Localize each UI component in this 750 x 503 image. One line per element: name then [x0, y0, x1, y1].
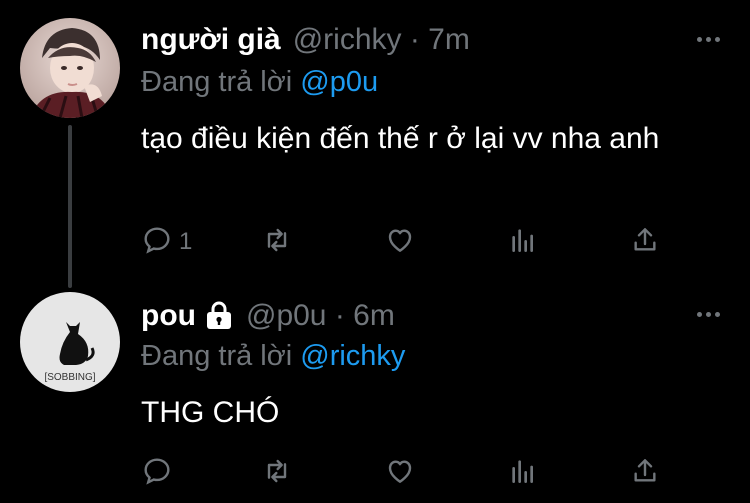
reply-button[interactable]: 1: [141, 222, 192, 262]
avatar[interactable]: [SOBBING]: [20, 292, 120, 392]
tweet-header: pou @p0u · 6m: [141, 296, 395, 336]
heart-icon: [384, 455, 416, 492]
tweet-header: người già @richky · 7m: [141, 20, 470, 60]
retweet-button[interactable]: [261, 453, 293, 493]
avatar[interactable]: [20, 18, 120, 118]
action-bar: [141, 453, 671, 493]
thread-line: [68, 125, 72, 288]
stats-icon: [507, 224, 539, 261]
stats-button[interactable]: [507, 453, 539, 493]
share-button[interactable]: [629, 453, 661, 493]
display-name[interactable]: người già: [141, 23, 281, 57]
handle-time[interactable]: @richky · 7m: [293, 23, 470, 57]
more-icon[interactable]: [697, 37, 720, 42]
display-name[interactable]: pou: [141, 299, 196, 333]
retweet-icon: [261, 455, 293, 492]
replying-to: Đang trả lời @p0u: [141, 66, 378, 99]
more-icon[interactable]: [697, 312, 720, 317]
stats-icon: [507, 455, 539, 492]
reply-prefix: Đang trả lời: [141, 340, 293, 372]
lock-icon: [204, 301, 234, 331]
like-button[interactable]: [384, 222, 416, 262]
reply-count: 1: [179, 228, 193, 255]
reply-icon: [141, 224, 173, 261]
share-icon: [629, 224, 661, 261]
tweet-text: THG CHÓ: [141, 396, 280, 429]
reply-mention[interactable]: @richky: [300, 340, 405, 372]
avatar-caption: [SOBBING]: [44, 372, 95, 383]
retweet-button[interactable]: [261, 222, 293, 262]
share-button[interactable]: [629, 222, 661, 262]
action-bar: 1: [141, 222, 671, 262]
tweet-text: tạo điều kiện đến thế r ở lại vv nha anh: [141, 122, 660, 155]
tweet[interactable]: người già @richky · 7m Đang trả lời @p0u…: [0, 0, 750, 290]
tweet[interactable]: [SOBBING] pou @p0u · 6m Đang trả lời @ri…: [0, 290, 750, 503]
reply-button[interactable]: [141, 453, 173, 493]
reply-mention[interactable]: @p0u: [300, 66, 378, 98]
like-button[interactable]: [384, 453, 416, 493]
share-icon: [629, 455, 661, 492]
stats-button[interactable]: [507, 222, 539, 262]
handle-time[interactable]: @p0u · 6m: [246, 299, 395, 333]
replying-to: Đang trả lời @richky: [141, 340, 405, 373]
retweet-icon: [261, 224, 293, 261]
heart-icon: [384, 224, 416, 261]
reply-icon: [141, 455, 173, 492]
reply-prefix: Đang trả lời: [141, 66, 293, 98]
